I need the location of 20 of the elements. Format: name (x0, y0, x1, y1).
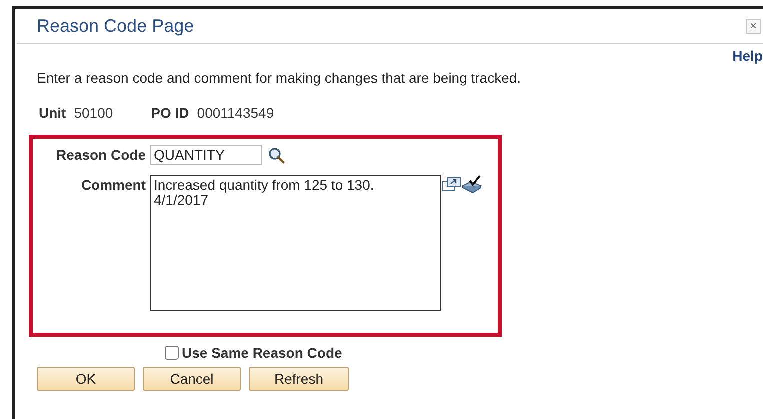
field-value: 50100 (74, 105, 114, 121)
field-label: PO ID (151, 105, 190, 121)
help-link[interactable]: Help (732, 48, 763, 66)
field-label: Reason Code (56, 147, 146, 163)
window-title: Reason Code Page (37, 16, 194, 36)
field-label: Comment (80, 177, 146, 193)
instructions-text: Enter a reason code and comment for making changes that are being tracked. (37, 70, 522, 86)
expand-icon[interactable] (442, 177, 461, 191)
dialog-button[interactable]: Cancel (143, 367, 241, 391)
comment-field[interactable]: Increased quantity from 125 to 130. 4/1/2017 (150, 175, 441, 311)
dialog-button[interactable]: OK (37, 367, 135, 391)
dialog-button[interactable]: Refresh (249, 367, 349, 391)
close-button[interactable]: × (746, 18, 761, 34)
search-icon[interactable] (268, 146, 285, 164)
checkbox[interactable] (165, 346, 179, 360)
field-label: Unit (39, 105, 66, 121)
spellcheck-icon[interactable] (462, 175, 483, 193)
field-value: 0001143549 (197, 105, 274, 121)
reason-code-field[interactable]: QUANTITY (150, 145, 262, 165)
checkbox-label: Use Same Reason Code (182, 345, 342, 361)
